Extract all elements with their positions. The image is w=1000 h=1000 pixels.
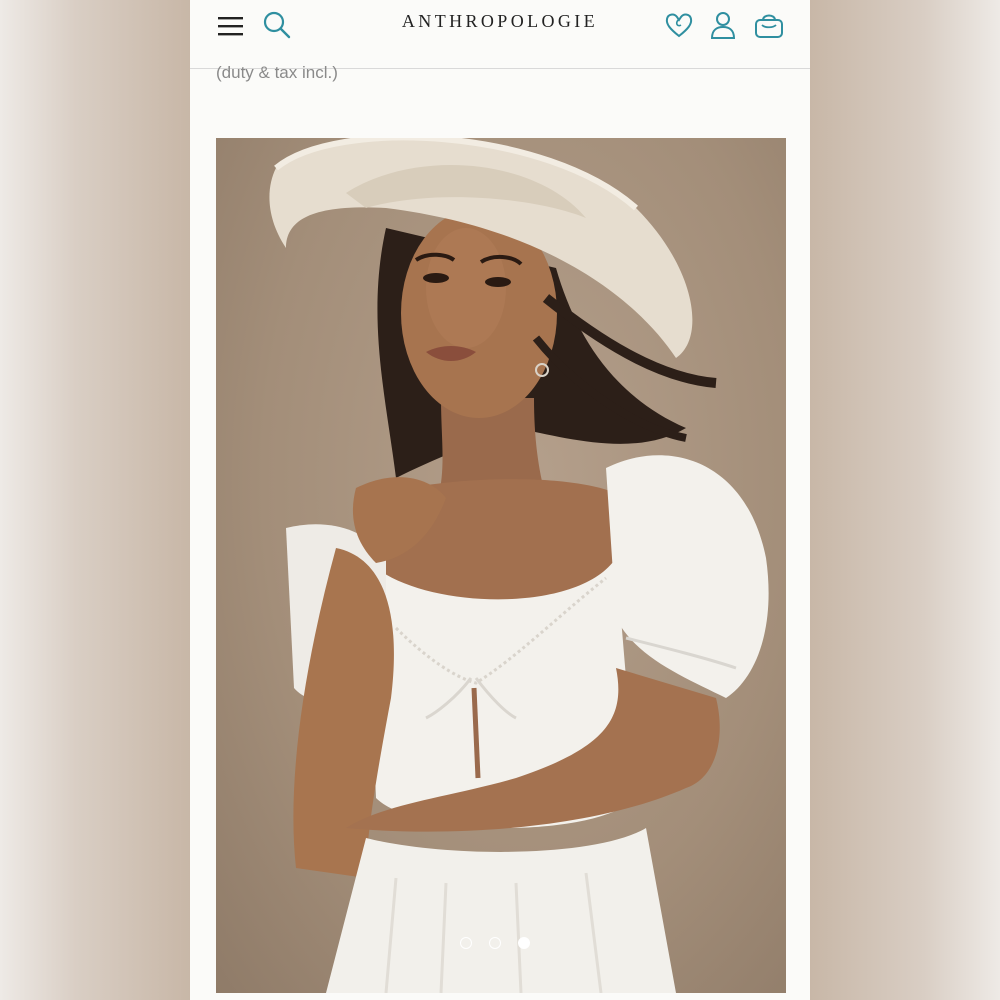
background-blur-left — [0, 0, 190, 1000]
product-image[interactable] — [216, 138, 786, 993]
mobile-page: ANTHROPOLOGIE (duty & tax incl.) — [190, 0, 810, 1000]
user-icon[interactable] — [708, 10, 738, 40]
heart-icon[interactable] — [664, 10, 694, 40]
carousel-indicators — [460, 937, 550, 951]
carousel-dot-2[interactable] — [489, 937, 501, 949]
background-blur-right — [810, 0, 1000, 1000]
carousel-dot-1[interactable] — [460, 937, 472, 949]
model-illustration — [269, 138, 769, 993]
top-navigation-bar: ANTHROPOLOGIE — [190, 0, 810, 69]
carousel-dot-3-active[interactable] — [518, 937, 530, 949]
shopping-bag-icon[interactable] — [753, 10, 785, 40]
price-tax-note: (duty & tax incl.) — [216, 63, 338, 82]
